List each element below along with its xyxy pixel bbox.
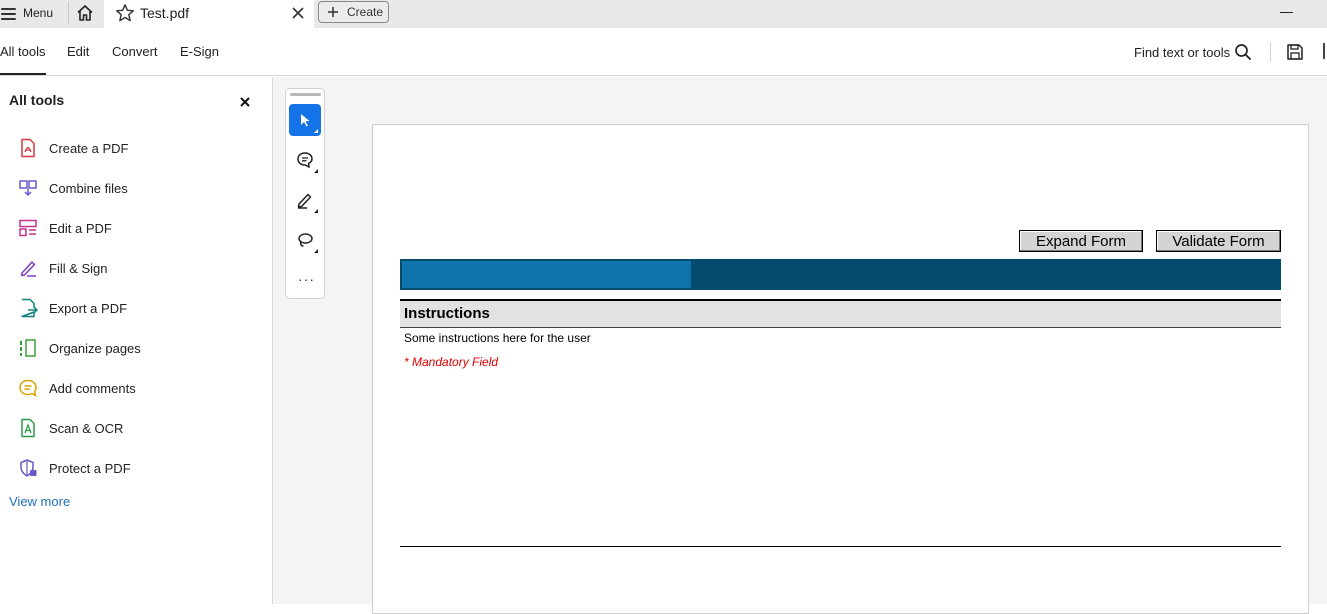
minimize-button[interactable] — [1275, 4, 1297, 20]
section-divider — [400, 546, 1281, 547]
document-tab[interactable]: Test.pdf — [104, 0, 314, 28]
lasso-icon — [298, 233, 313, 247]
divider — [68, 2, 69, 24]
tool-label: Protect a PDF — [49, 461, 131, 476]
overflow-edge — [1323, 43, 1325, 59]
tool-label: Export a PDF — [49, 301, 128, 316]
more-tools-icon[interactable]: ··· — [298, 272, 315, 286]
plus-icon — [328, 7, 338, 17]
submenu-indicator — [314, 249, 318, 253]
minimize-icon — [1280, 12, 1293, 13]
tool-label: Edit a PDF — [49, 221, 112, 236]
cursor-icon — [301, 114, 310, 127]
banner-progress-fill — [402, 261, 691, 288]
toolbar-divider — [1270, 42, 1271, 62]
tool-edit-pdf[interactable]: Edit a PDF — [0, 208, 272, 248]
instructions-header: Instructions — [400, 299, 1281, 328]
tab-e-sign[interactable]: E-Sign — [180, 44, 219, 59]
validate-form-button[interactable]: Validate Form — [1156, 230, 1281, 252]
draw-tool-button[interactable] — [289, 184, 321, 216]
tab-title: Test.pdf — [140, 5, 190, 21]
expand-form-button[interactable]: Expand Form — [1019, 230, 1143, 252]
tab-all-tools[interactable]: All tools — [0, 44, 46, 75]
tab-convert[interactable]: Convert — [112, 44, 158, 59]
tool-protect-pdf[interactable]: Protect a PDF — [0, 448, 272, 488]
submenu-indicator — [314, 129, 318, 133]
tool-export-pdf[interactable]: Export a PDF — [0, 288, 272, 328]
submenu-indicator — [314, 209, 318, 213]
tool-combine-files[interactable]: Combine files — [0, 168, 272, 208]
fill-sign-icon — [20, 261, 36, 277]
create-label: Create — [347, 5, 384, 19]
export-pdf-icon — [21, 298, 38, 318]
create-button[interactable]: Create — [318, 1, 389, 23]
tool-label: Create a PDF — [49, 141, 129, 156]
select-tool-button[interactable] — [289, 104, 321, 136]
tool-add-comments[interactable]: Add comments — [0, 368, 272, 408]
close-icon[interactable] — [238, 95, 252, 109]
submenu-indicator — [314, 169, 318, 173]
main-toolbar: All tools Edit Convert E-Sign Find text … — [0, 28, 1327, 76]
title-bar: Menu Test.pdf Create — [0, 0, 1327, 28]
create-pdf-icon — [21, 138, 35, 158]
instructions-heading: Instructions — [404, 305, 490, 322]
home-icon — [77, 5, 93, 21]
find-text-or-tools[interactable]: Find text or tools — [1134, 45, 1230, 60]
star-icon[interactable] — [115, 3, 135, 23]
menu-button[interactable]: Menu — [0, 0, 68, 26]
pdf-page: Expand Form Validate Form Instructions S… — [372, 124, 1309, 614]
combine-files-icon — [19, 180, 37, 197]
all-tools-panel: All tools Create a PDF Combine files Edi… — [0, 77, 273, 604]
tool-label: Fill & Sign — [49, 261, 108, 276]
instructions-text: Some instructions here for the user — [404, 331, 591, 345]
pen-icon — [297, 193, 312, 209]
view-more-link[interactable]: View more — [9, 494, 70, 509]
tool-label: Add comments — [49, 381, 136, 396]
save-icon[interactable] — [1285, 42, 1305, 62]
quick-tools-bar: ··· — [285, 88, 325, 299]
mandatory-field-note: * Mandatory Field — [404, 355, 499, 369]
tool-scan-ocr[interactable]: Scan & OCR — [0, 408, 272, 448]
tab-edit[interactable]: Edit — [67, 44, 89, 59]
comment-icon — [297, 152, 313, 169]
edit-pdf-icon — [19, 219, 37, 237]
drag-handle[interactable] — [290, 93, 321, 96]
document-viewport[interactable]: ··· Expand Form Validate Form Instructio… — [273, 77, 1327, 614]
tool-label: Scan & OCR — [49, 421, 124, 436]
freehand-tool-button[interactable] — [289, 224, 321, 256]
panel-title: All tools — [9, 92, 65, 108]
search-icon[interactable] — [1233, 42, 1253, 62]
protect-pdf-icon — [20, 459, 37, 477]
tool-fill-sign[interactable]: Fill & Sign — [0, 248, 272, 288]
tool-organize-pages[interactable]: Organize pages — [0, 328, 272, 368]
close-tab-icon[interactable] — [290, 5, 306, 21]
tool-create-pdf[interactable]: Create a PDF — [0, 128, 272, 168]
form-header-banner — [400, 259, 1281, 290]
home-button[interactable] — [73, 2, 97, 24]
comment-tool-button[interactable] — [289, 144, 321, 176]
tool-label: Organize pages — [49, 341, 141, 356]
scan-ocr-icon — [21, 418, 35, 438]
menu-label: Menu — [23, 6, 54, 20]
organize-pages-icon — [20, 339, 36, 357]
tool-label: Combine files — [49, 181, 128, 196]
add-comments-icon — [19, 379, 37, 398]
hamburger-icon — [1, 7, 16, 20]
